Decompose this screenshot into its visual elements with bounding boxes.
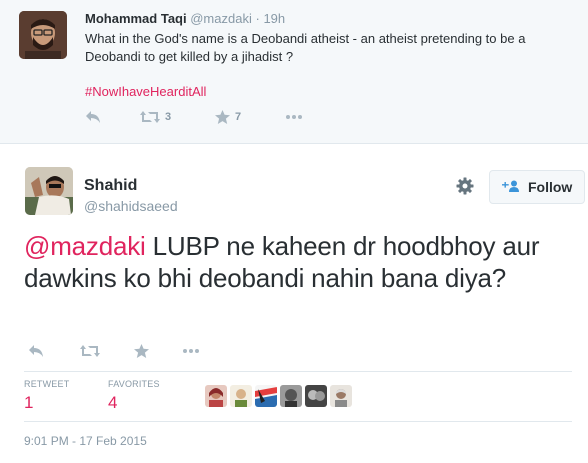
reply-icon — [85, 110, 101, 124]
avatar[interactable] — [25, 167, 73, 215]
retweet-button[interactable]: 3 — [140, 110, 171, 124]
retweet-stat-label: RETWEET — [24, 379, 70, 389]
reply-icon — [28, 344, 44, 358]
tweet-text: @mazdaki LUBP ne kaheen dr hoodbhoy aur … — [24, 230, 574, 294]
author-name[interactable]: Mohammad Taqi — [85, 11, 187, 26]
parent-tweet[interactable]: Mohammad Taqi @mazdaki · 19h What in the… — [0, 0, 588, 144]
gear-icon[interactable] — [456, 177, 474, 195]
separator: · — [255, 11, 260, 26]
more-button[interactable] — [285, 110, 303, 124]
follow-label: Follow — [528, 179, 573, 195]
retweet-icon — [80, 344, 100, 358]
follow-person-icon — [501, 179, 528, 195]
divider — [24, 421, 572, 422]
author-handle[interactable]: @shahidsaeed — [84, 198, 178, 214]
retweet-stat[interactable]: RETWEET 1 — [24, 379, 69, 413]
favorite-button[interactable] — [134, 344, 149, 358]
retweet-icon — [140, 110, 160, 124]
avatar[interactable] — [280, 385, 302, 407]
tweet-text: What in the God's name is a Deobandi ath… — [85, 31, 526, 64]
follow-button[interactable]: Follow — [489, 170, 585, 204]
avatar[interactable] — [19, 11, 67, 59]
avatar[interactable] — [230, 385, 252, 407]
favorite-icon — [215, 110, 230, 124]
avatar[interactable] — [205, 385, 227, 407]
avatar[interactable] — [330, 385, 352, 407]
favorites-stat-label: FAVORITES — [108, 379, 160, 389]
avatar[interactable] — [305, 385, 327, 407]
divider — [24, 371, 572, 372]
retweet-button[interactable] — [80, 344, 100, 358]
retweet-count: 3 — [165, 111, 172, 123]
retweet-stat-count: 1 — [24, 393, 34, 412]
avatar[interactable] — [255, 385, 277, 407]
favorite-count: 7 — [235, 111, 242, 123]
author-name[interactable]: Shahid — [84, 177, 137, 195]
reply-button[interactable] — [28, 344, 44, 358]
more-icon — [182, 344, 200, 358]
tweet-timestamp[interactable]: 9:01 PM - 17 Feb 2015 — [24, 434, 147, 448]
favorite-icon — [134, 344, 149, 358]
reply-button[interactable] — [85, 110, 101, 124]
favorite-button[interactable]: 7 — [215, 110, 241, 124]
more-button[interactable] — [182, 344, 200, 358]
more-icon — [285, 110, 303, 124]
mention-link[interactable]: @mazdaki — [24, 231, 146, 261]
favoriter-avatars — [205, 385, 352, 407]
favorites-stat-count: 4 — [108, 393, 118, 412]
favorites-stat[interactable]: FAVORITES 4 — [108, 379, 160, 413]
author-handle[interactable]: @mazdaki — [190, 11, 252, 26]
tweet-time[interactable]: 19h — [263, 11, 285, 26]
hashtag-link[interactable]: #NowIhaveHearditAll — [85, 84, 206, 99]
